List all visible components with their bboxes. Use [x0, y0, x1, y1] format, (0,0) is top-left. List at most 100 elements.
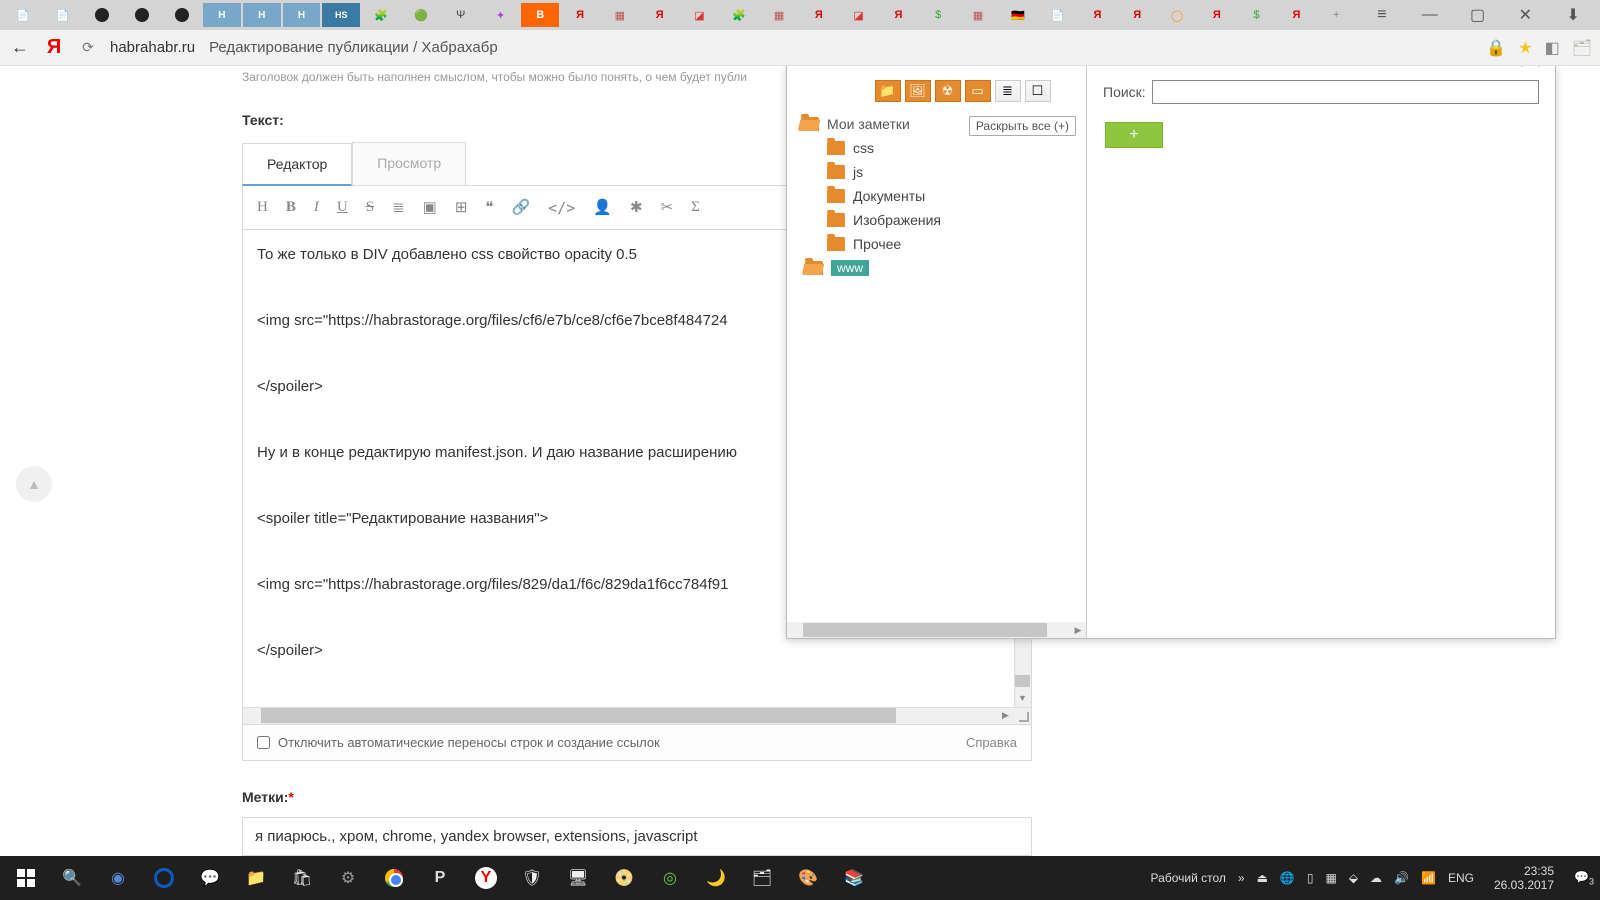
- toolbar-list-button[interactable]: ≣: [392, 198, 405, 217]
- scrollbar-thumb[interactable]: [803, 623, 1047, 637]
- taskbar-app[interactable]: 🛡: [512, 860, 552, 896]
- new-tab-button[interactable]: +: [1317, 3, 1355, 27]
- browser-tab[interactable]: H: [203, 3, 241, 27]
- browser-tab[interactable]: H: [283, 3, 321, 27]
- scrollbar-thumb[interactable]: [1015, 675, 1030, 687]
- browser-tab[interactable]: ✦: [482, 3, 520, 27]
- browser-tab[interactable]: Ψ: [442, 3, 480, 27]
- browser-tab[interactable]: Я: [1118, 3, 1156, 27]
- editor-horizontal-scrollbar[interactable]: [243, 707, 1031, 724]
- toolbar-habracut-button[interactable]: ✱: [630, 198, 643, 217]
- toolbar-formula-button[interactable]: Σ: [691, 199, 700, 216]
- browser-tab[interactable]: ▦: [601, 3, 639, 27]
- browser-tab[interactable]: Я: [800, 3, 838, 27]
- taskbar-app[interactable]: ⚙: [328, 860, 368, 896]
- taskbar-app-yandex[interactable]: Y: [466, 860, 506, 896]
- taskbar-app-terminal[interactable]: 🖥: [558, 860, 598, 896]
- taskbar-app[interactable]: 🌙: [696, 860, 736, 896]
- toolbar-code-button[interactable]: </>: [548, 199, 575, 217]
- taskbar-app[interactable]: 📀: [604, 860, 644, 896]
- taskbar-app[interactable]: ◎: [650, 860, 690, 896]
- browser-tab[interactable]: ▦: [760, 3, 798, 27]
- browser-tab[interactable]: Я: [880, 3, 918, 27]
- disable-autolinks-checkbox[interactable]: Отключить автоматические переносы строк …: [257, 735, 660, 750]
- popup-tool-button[interactable]: ☢: [935, 80, 961, 102]
- browser-tab[interactable]: 🟢: [402, 3, 440, 27]
- tray-network-icon[interactable]: 📶: [1421, 871, 1436, 885]
- toolbar-user-button[interactable]: 👤: [593, 198, 612, 217]
- browser-tab[interactable]: Я: [1079, 3, 1117, 27]
- expand-all-button[interactable]: Раскрыть все (+): [969, 116, 1076, 136]
- yandex-logo-icon[interactable]: Я: [42, 36, 66, 59]
- browser-tab[interactable]: 📄: [1039, 3, 1077, 27]
- taskbar-app[interactable]: 💬: [190, 860, 230, 896]
- tab-editor[interactable]: Редактор: [242, 143, 352, 186]
- browser-tab[interactable]: [123, 3, 161, 27]
- browser-menu-button[interactable]: ≡: [1359, 0, 1405, 30]
- toolbar-bold-button[interactable]: B: [286, 199, 296, 216]
- tray-clock[interactable]: 23:35 26.03.2017: [1494, 864, 1554, 893]
- tree-item[interactable]: js: [801, 160, 1076, 184]
- toolbar-insert-button[interactable]: ⊞: [455, 198, 468, 217]
- browser-tab[interactable]: Я: [561, 3, 599, 27]
- browser-tab[interactable]: ◪: [840, 3, 878, 27]
- desktop-toolbar-label[interactable]: Рабочий стол: [1151, 871, 1226, 885]
- browser-tab[interactable]: 🇩🇪: [999, 3, 1037, 27]
- window-maximize-button[interactable]: ▢: [1455, 0, 1501, 30]
- start-button[interactable]: [6, 860, 46, 896]
- toolbar-image-button[interactable]: ▣: [423, 198, 437, 217]
- window-minimize-button[interactable]: —: [1407, 0, 1453, 30]
- browser-tab[interactable]: [163, 3, 201, 27]
- tray-icon[interactable]: 🌐: [1280, 871, 1295, 885]
- taskbar-app[interactable]: 🗂: [742, 860, 782, 896]
- popup-tool-button[interactable]: ≣: [995, 80, 1021, 102]
- browser-tab[interactable]: [84, 3, 122, 27]
- taskbar-app-store[interactable]: 🛍: [282, 860, 322, 896]
- taskbar-app-chrome[interactable]: [374, 860, 414, 896]
- protect-icon[interactable]: 🔒: [1486, 38, 1506, 58]
- toolbar-italic-button[interactable]: I: [314, 199, 319, 216]
- tray-icon[interactable]: ▯: [1307, 871, 1314, 885]
- popup-tool-button[interactable]: ▭: [965, 80, 991, 102]
- editor-help-link[interactable]: Справка: [966, 735, 1017, 750]
- scrollbar-right-arrow-icon[interactable]: ▶: [1070, 622, 1086, 638]
- scrollbar-right-arrow-icon[interactable]: ▶: [997, 707, 1014, 724]
- extension-notes-icon[interactable]: 🗂: [1572, 38, 1592, 58]
- taskbar-app[interactable]: 🎨: [788, 860, 828, 896]
- toolbar-underline-button[interactable]: U: [337, 199, 348, 216]
- url-host[interactable]: habrahabr.ru: [110, 39, 195, 56]
- bookmark-star-icon[interactable]: ★: [1518, 38, 1532, 58]
- add-note-button[interactable]: +: [1105, 122, 1163, 148]
- tray-notifications-icon[interactable]: 💬3: [1574, 870, 1594, 886]
- back-button[interactable]: ←: [8, 37, 32, 58]
- resize-grip-icon[interactable]: [1017, 710, 1029, 722]
- browser-tab[interactable]: 🧩: [362, 3, 400, 27]
- search-input[interactable]: [1152, 80, 1539, 104]
- window-close-button[interactable]: ✕: [1502, 0, 1548, 30]
- sidebar-toggle-icon[interactable]: ◧: [1545, 38, 1560, 58]
- tray-icon[interactable]: ☁: [1370, 871, 1382, 885]
- tray-icon[interactable]: ⏏: [1257, 871, 1268, 885]
- browser-tab[interactable]: Я: [1198, 3, 1236, 27]
- tray-icon[interactable]: ⬙: [1349, 871, 1358, 885]
- toolbar-cut-button[interactable]: ✂: [661, 198, 674, 217]
- taskbar-app-explorer[interactable]: 📁: [236, 860, 276, 896]
- taskbar-app-edge[interactable]: [144, 860, 184, 896]
- tree-item-www[interactable]: www: [801, 256, 1076, 280]
- tab-preview[interactable]: Просмотр: [352, 142, 466, 185]
- taskbar-app[interactable]: ◉: [98, 860, 138, 896]
- tray-language[interactable]: ENG: [1448, 871, 1474, 885]
- tray-icon[interactable]: ▦: [1325, 871, 1336, 885]
- toolbar-link-button[interactable]: 🔗: [511, 198, 530, 217]
- popup-tool-button[interactable]: 🖼: [905, 80, 931, 102]
- popup-horizontal-scrollbar[interactable]: ▶: [787, 622, 1086, 638]
- browser-tab[interactable]: 📄: [44, 3, 82, 27]
- scrollbar-down-arrow-icon[interactable]: ▼: [1014, 690, 1031, 707]
- scroll-to-top-button[interactable]: ▲: [16, 466, 52, 502]
- search-icon[interactable]: 🔍: [52, 860, 92, 896]
- taskbar-app-winrar[interactable]: 📚: [834, 860, 874, 896]
- disable-autolinks-input[interactable]: [257, 736, 270, 749]
- reload-button[interactable]: ⟳: [76, 39, 100, 56]
- downloads-button[interactable]: ⬇: [1550, 0, 1596, 30]
- tree-item[interactable]: Документы: [801, 184, 1076, 208]
